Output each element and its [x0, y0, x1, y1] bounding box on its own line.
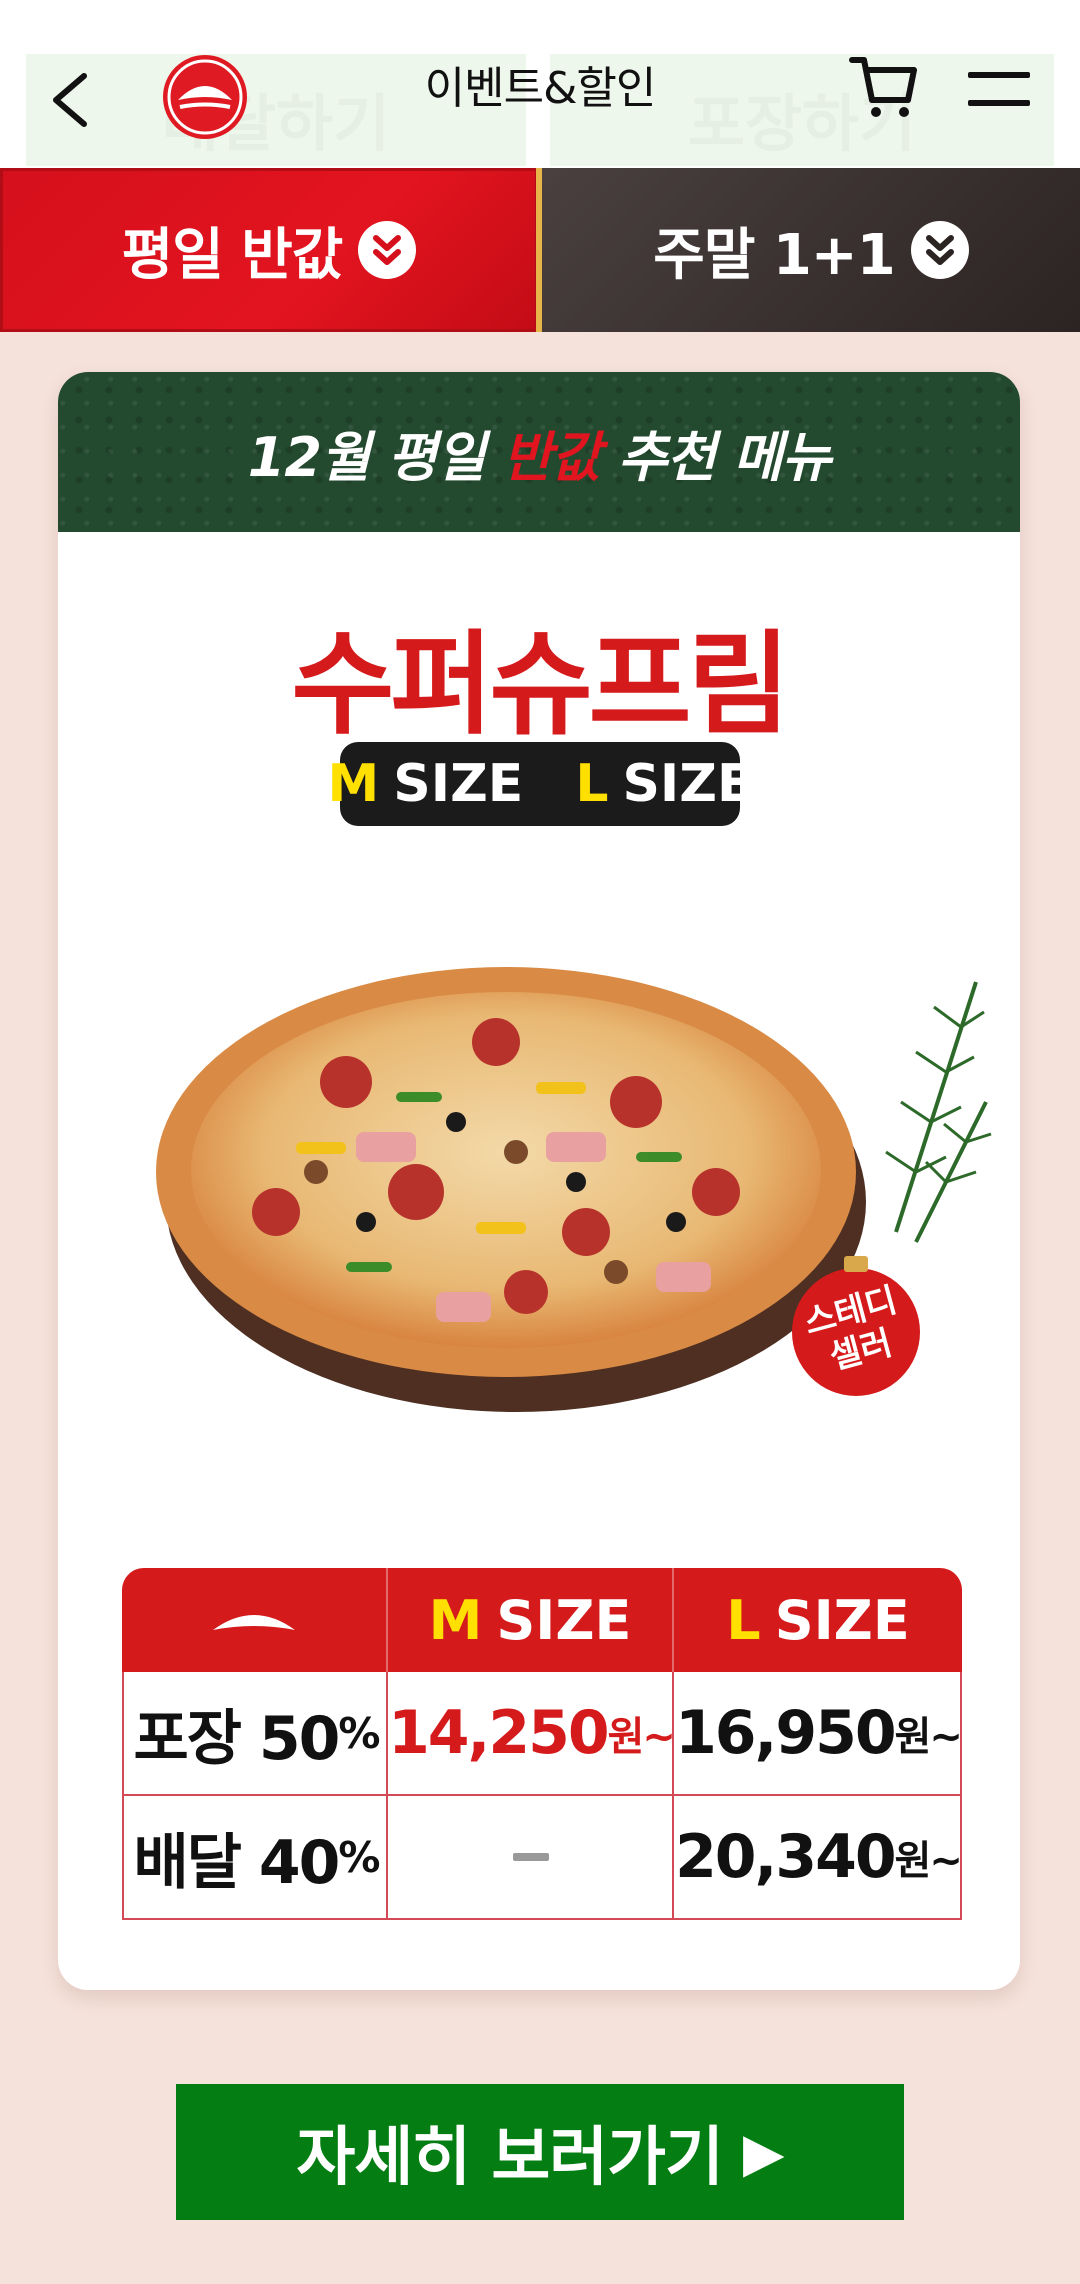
- price-table: M SIZE L SIZE 포장 50% 14,250 원~ 16,950 원~ 배달 …: [122, 1568, 963, 1920]
- takeout-m-price: 14,250 원~: [388, 1698, 676, 1768]
- back-button[interactable]: [44, 70, 104, 130]
- takeout-l-price: 16,950 원~: [675, 1698, 963, 1768]
- pizza-image: 스테디 셀러: [156, 967, 992, 1412]
- size-word: SIZE: [393, 754, 524, 814]
- hamburger-menu-icon: [968, 72, 1030, 106]
- table-row: 포장 50% 14,250 원~ 16,950 원~: [122, 1672, 963, 1796]
- cart-button[interactable]: [848, 52, 918, 122]
- pizza-hut-logo: [160, 52, 250, 142]
- app-header: 배달하기 포장하기 이벤트&할인: [0, 0, 1080, 168]
- tab-label: 평일 반값: [121, 222, 344, 288]
- menu-button[interactable]: [964, 64, 1036, 114]
- chevron-down-icon: [910, 221, 969, 279]
- size-word: SIZE: [622, 754, 753, 814]
- cta-label: 자세히 보러가기: [296, 2121, 724, 2195]
- pizza-name: 수퍼슈프림: [291, 620, 790, 750]
- banner-text: 12월 평일 반값 추천 메뉴: [247, 425, 832, 489]
- chevron-down-icon: [358, 221, 417, 279]
- table-row: 배달 40% 20,340 원~: [122, 1796, 963, 1920]
- size-pill: M SIZE L SIZE: [328, 742, 752, 826]
- event-tab-bar: 평일 반값 주말 1+1: [0, 168, 1080, 332]
- banner-accent: 반값: [502, 425, 601, 489]
- play-arrow-icon: ▶: [742, 2120, 785, 2184]
- chevron-left-icon: [53, 73, 87, 127]
- cart-icon: [849, 57, 917, 117]
- page-title: 이벤트&할인: [424, 63, 657, 114]
- row-label-delivery: 배달 40%: [133, 1827, 381, 1898]
- delivery-m-unavailable: [388, 1796, 674, 1918]
- dash-icon: [513, 1853, 549, 1861]
- view-details-button[interactable]: 자세히 보러가기 ▶: [176, 2084, 904, 2220]
- pizza-hut-hat-icon: [122, 1568, 386, 1672]
- tab-label: 주말 1+1: [653, 222, 895, 288]
- row-label-takeout: 포장 50%: [133, 1703, 381, 1774]
- price-table-header: M SIZE L SIZE: [122, 1568, 962, 1672]
- promo-card: 12월 평일 반값 추천 메뉴 수퍼슈프림 M SIZE L SIZE 스테디 …: [58, 372, 1020, 1990]
- rosemary-decoration: [885, 981, 992, 1243]
- size-l-letter: L: [575, 754, 609, 814]
- size-m-letter: M: [327, 754, 380, 814]
- header-l-size: L SIZE: [726, 1588, 910, 1652]
- header-m-size: M SIZE: [428, 1588, 632, 1652]
- tab-weekday-half-price[interactable]: 평일 반값: [0, 168, 538, 332]
- promo-banner: 12월 평일 반값 추천 메뉴: [58, 372, 1020, 532]
- tab-weekend-one-plus-one[interactable]: 주말 1+1: [542, 168, 1080, 332]
- delivery-l-price: 20,340 원~: [675, 1822, 963, 1892]
